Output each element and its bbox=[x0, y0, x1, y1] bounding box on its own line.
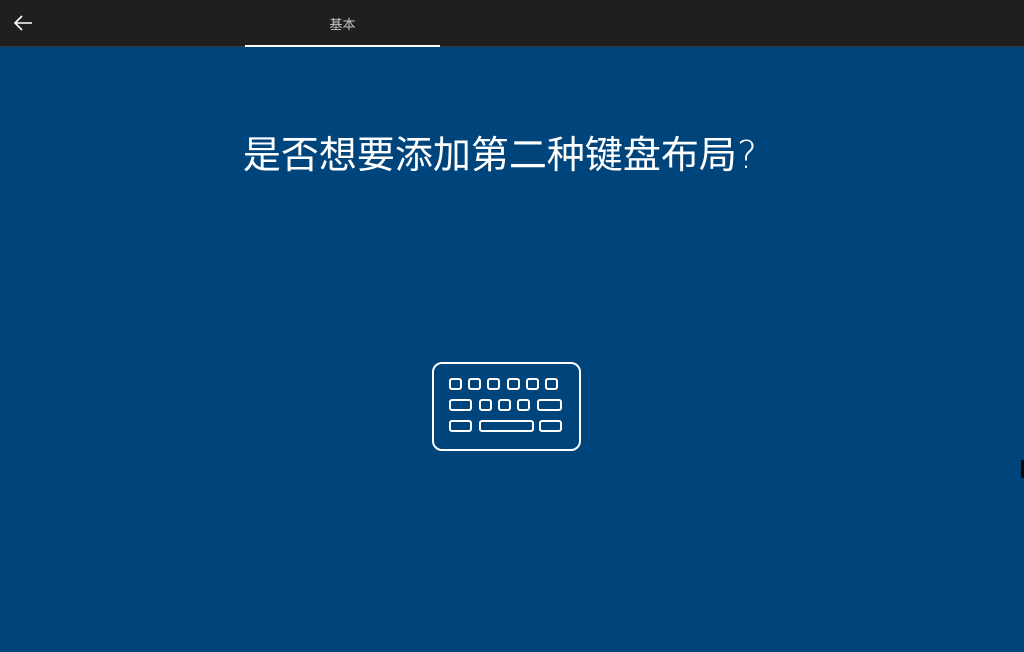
tab-active-indicator bbox=[245, 45, 440, 47]
tab-basic-label: 基本 bbox=[329, 18, 356, 33]
tab-basic[interactable]: 基本 bbox=[245, 0, 440, 47]
top-bar: 基本 bbox=[0, 0, 1024, 47]
page-title: 是否想要添加第二种键盘布局? bbox=[242, 133, 758, 177]
keyboard-icon bbox=[432, 362, 581, 451]
back-button[interactable] bbox=[0, 0, 46, 46]
arrow-left-icon bbox=[13, 15, 32, 31]
